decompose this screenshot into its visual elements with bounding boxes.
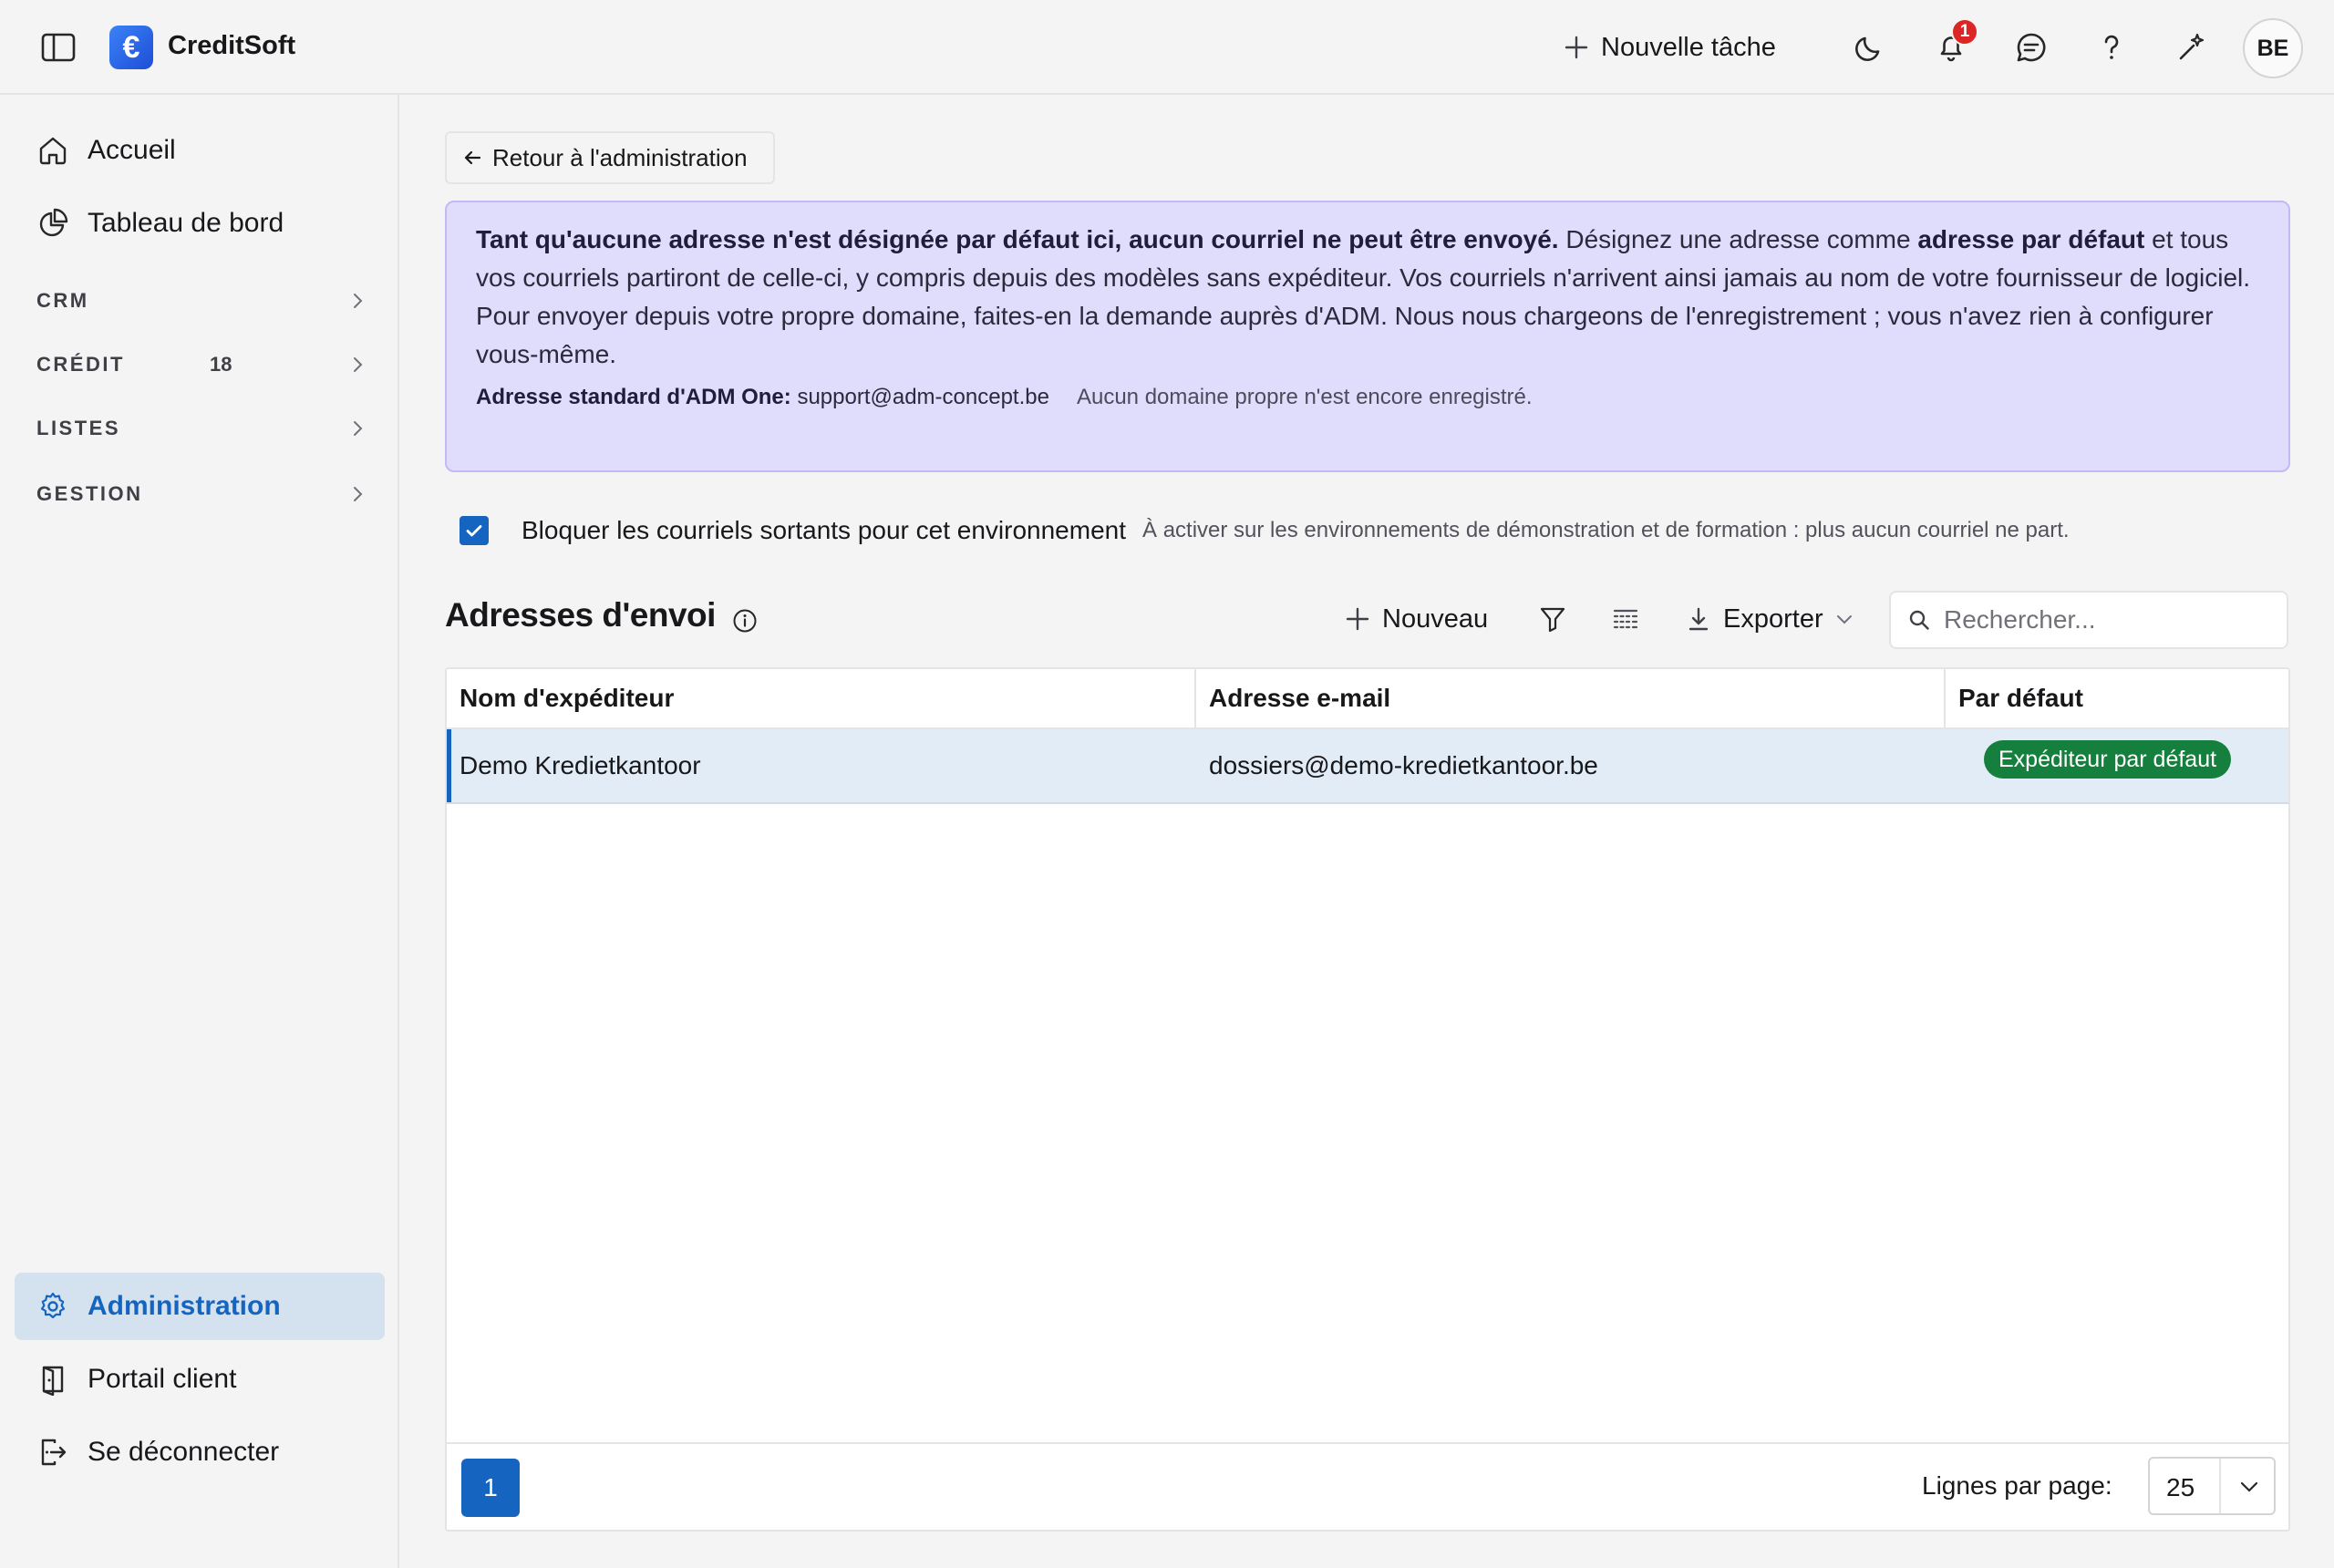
chevron-right-icon <box>346 418 368 439</box>
new-task-label: Nouvelle tâche <box>1601 32 1776 62</box>
export-button[interactable]: Exporter <box>1685 596 1854 642</box>
rows-per-page-label: Lignes par page: <box>1922 1471 2112 1500</box>
chevron-down-icon <box>1834 609 1854 629</box>
column-header-sender-name[interactable]: Nom d'expéditeur <box>447 669 1194 727</box>
table-footer: 1 Lignes par page: 25 <box>447 1442 2288 1530</box>
page-1-button[interactable]: 1 <box>461 1459 520 1517</box>
rows-per-page-value: 25 <box>2166 1473 2195 1501</box>
standard-address-label: Adresse standard d'ADM One: <box>476 385 791 409</box>
new-task-button[interactable]: Nouvelle tâche <box>1563 26 1776 69</box>
portal-icon <box>36 1363 69 1396</box>
top-bar: € CreditSoft Nouvelle tâche 1 BE <box>0 0 2334 95</box>
search-box[interactable] <box>1889 591 2288 649</box>
sidebar-item-accueil[interactable]: Accueil <box>15 117 385 184</box>
banner-text: Désignez une adresse comme <box>1558 225 1918 253</box>
domain-note: Aucun domaine propre n'est encore enregi… <box>1076 385 1533 409</box>
gear-icon <box>36 1290 69 1323</box>
logout-icon <box>36 1436 69 1469</box>
arrow-left-icon <box>461 147 483 169</box>
cell-sender-name: Demo Kredietkantoor <box>460 751 701 779</box>
new-button-label: Nouveau <box>1382 603 1489 634</box>
back-button-label: Retour à l'administration <box>492 143 748 171</box>
block-outgoing-label[interactable]: Bloquer les courriels sortants pour cet … <box>522 516 1126 545</box>
sidebar: Accueil Tableau de bord CRM CRÉDIT 18 LI… <box>0 95 399 1568</box>
banner-paragraph-1: Tant qu'aucune adresse n'est désignée pa… <box>476 221 2259 297</box>
block-outgoing-hint: À activer sur les environnements de démo… <box>1142 518 2070 542</box>
check-icon <box>466 525 482 537</box>
export-button-label: Exporter <box>1723 603 1823 634</box>
notification-badge: 1 <box>1951 18 1978 46</box>
sidebar-item-administration[interactable]: Administration <box>15 1273 385 1340</box>
block-outgoing-checkbox[interactable] <box>460 516 489 545</box>
sender-addresses-table: Nom d'expéditeur Adresse e-mail Par défa… <box>445 667 2290 1532</box>
sidebar-toggle-icon[interactable] <box>40 31 77 64</box>
column-header-default[interactable]: Par défaut <box>1946 669 2288 727</box>
rows-per-page-select[interactable]: 25 <box>2148 1457 2276 1515</box>
chevron-down-icon <box>2237 1475 2261 1499</box>
standard-address-value: support@adm-concept.be <box>790 385 1049 409</box>
sidebar-section-label: CRÉDIT <box>36 353 125 376</box>
banner-bold-intro: Tant qu'aucune adresse n'est désignée pa… <box>476 225 1559 253</box>
download-icon <box>1685 605 1712 633</box>
moon-icon[interactable] <box>1851 29 1887 66</box>
block-outgoing-row: Bloquer les courriels sortants pour cet … <box>460 512 2070 549</box>
sidebar-item-label: Administration <box>88 1291 281 1321</box>
back-to-administration-button[interactable]: Retour à l'administration <box>445 131 775 184</box>
sidebar-item-label: Tableau de bord <box>88 208 284 238</box>
chevron-right-icon <box>346 290 368 312</box>
cell-email: dossiers@demo-kredietkantoor.be <box>1209 751 1598 779</box>
chat-icon[interactable] <box>2013 29 2050 66</box>
chevron-right-icon <box>346 483 368 505</box>
default-sender-info-banner: Tant qu'aucune adresse n'est désignée pa… <box>445 201 2290 472</box>
help-icon[interactable] <box>2093 29 2130 66</box>
sidebar-item-se-deconnecter[interactable]: Se déconnecter <box>15 1418 385 1486</box>
table-header: Nom d'expéditeur Adresse e-mail Par défa… <box>447 669 2288 729</box>
banner-bold-default: adresse par défaut <box>1917 225 2145 253</box>
search-icon <box>1907 608 1931 632</box>
columns-icon[interactable] <box>1610 603 1641 634</box>
sidebar-section-label: LISTES <box>36 417 121 439</box>
brand-name[interactable]: CreditSoft <box>168 31 295 61</box>
search-input[interactable] <box>1944 605 2272 634</box>
sidebar-section-gestion[interactable]: GESTION <box>15 467 385 521</box>
sidebar-section-crm[interactable]: CRM <box>15 273 385 328</box>
sidebar-item-label: Portail client <box>88 1364 237 1394</box>
standard-address: Adresse standard d'ADM One: support@adm-… <box>476 385 1049 410</box>
sidebar-item-portail-client[interactable]: Portail client <box>15 1346 385 1413</box>
banner-footer: Adresse standard d'ADM One: support@adm-… <box>476 385 2259 410</box>
sparkle-icon[interactable] <box>2174 29 2210 66</box>
plus-icon <box>1563 34 1590 61</box>
sidebar-item-label: Accueil <box>88 135 176 165</box>
pie-chart-icon <box>36 207 69 240</box>
info-icon[interactable] <box>731 607 759 634</box>
sidebar-section-listes[interactable]: LISTES <box>15 401 385 456</box>
banner-paragraph-2: Pour envoyer depuis votre propre domaine… <box>476 302 2214 368</box>
plus-icon <box>1344 605 1371 633</box>
sidebar-section-credit[interactable]: CRÉDIT 18 <box>15 337 385 392</box>
sidebar-item-tableau-de-bord[interactable]: Tableau de bord <box>15 190 385 257</box>
sidebar-section-count: 18 <box>210 353 232 376</box>
sidebar-item-label: Se déconnecter <box>88 1437 280 1467</box>
select-divider <box>2219 1459 2221 1513</box>
sidebar-section-label: CRM <box>36 289 89 312</box>
sidebar-section-label: GESTION <box>36 482 143 505</box>
column-header-email[interactable]: Adresse e-mail <box>1196 669 1944 727</box>
table-row[interactable]: Demo Kredietkantoor dossiers@demo-kredie… <box>447 729 2288 804</box>
home-icon <box>36 134 69 167</box>
default-sender-badge: Expéditeur par défaut <box>1984 740 2232 779</box>
chevron-right-icon <box>346 354 368 376</box>
brand-logo[interactable]: € <box>109 26 153 69</box>
section-title: Adresses d'envoi <box>445 596 716 634</box>
filter-icon[interactable] <box>1537 603 1568 634</box>
new-button[interactable]: Nouveau <box>1344 596 1488 642</box>
user-avatar[interactable]: BE <box>2243 18 2303 78</box>
